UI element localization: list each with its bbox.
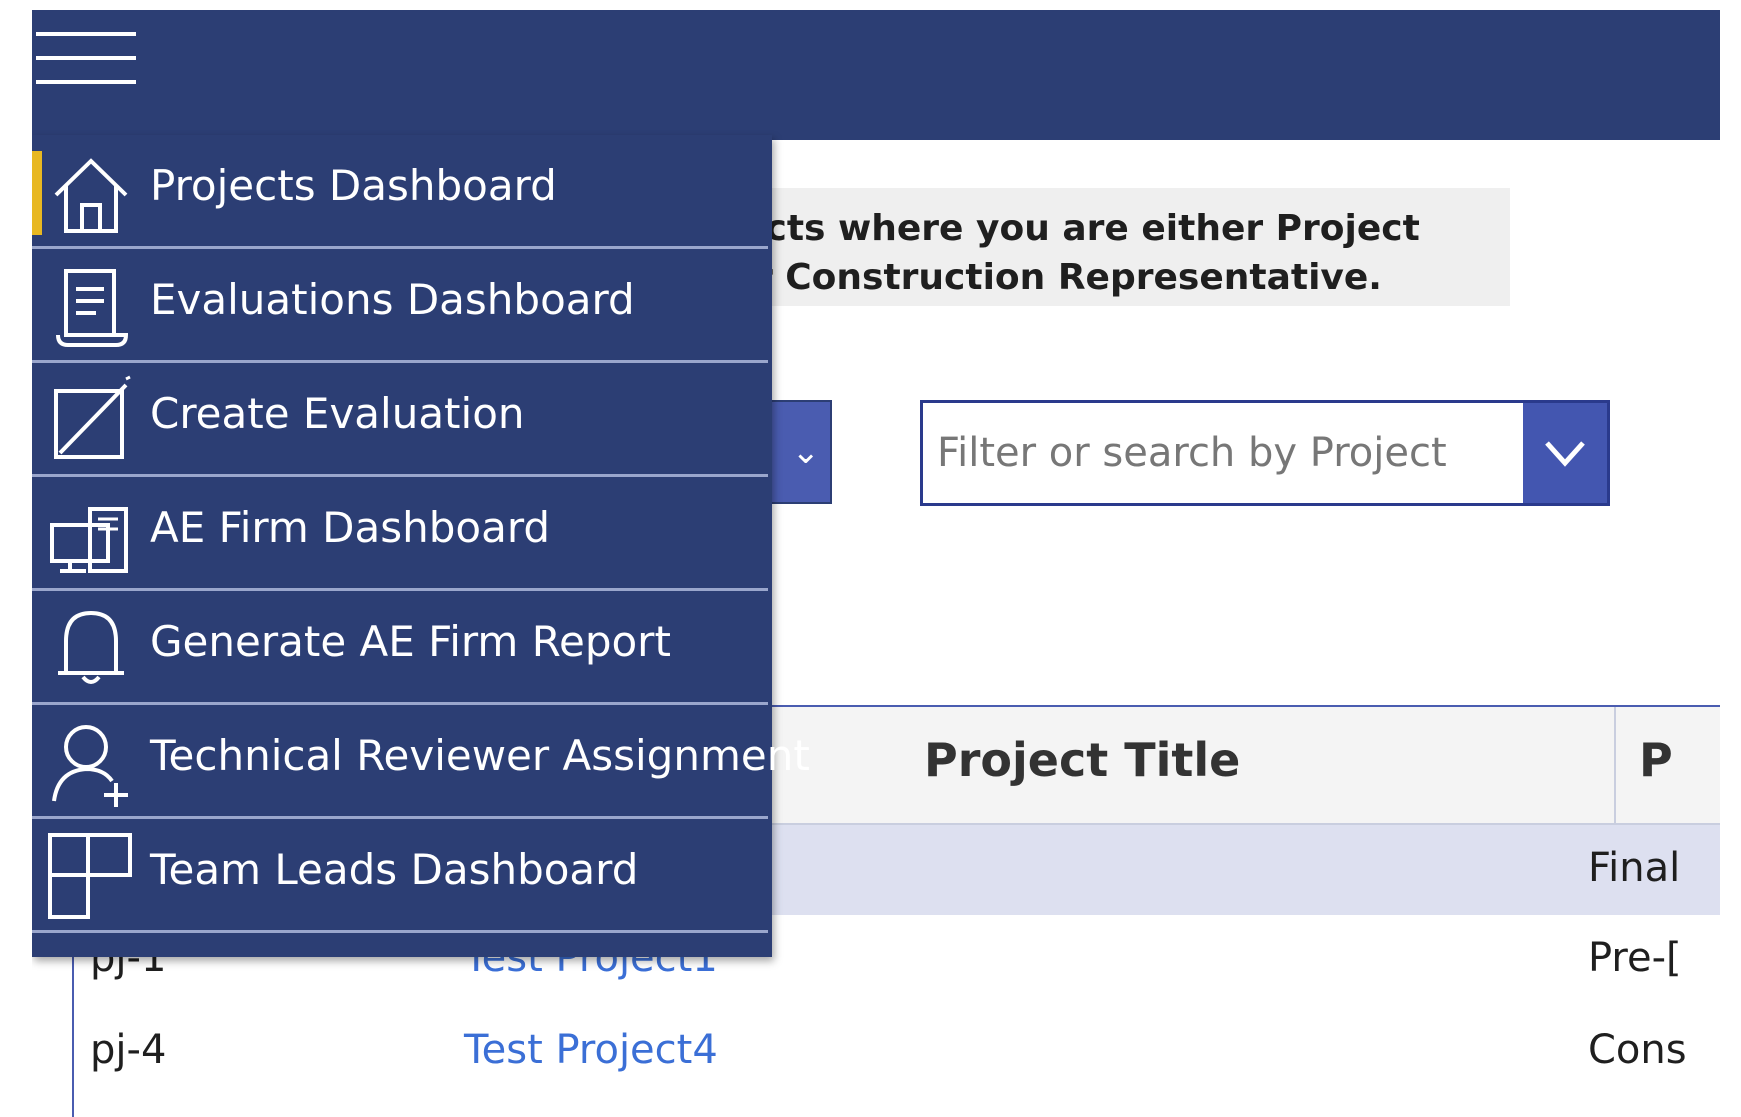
devices-icon [50, 507, 128, 573]
bell-icon [58, 610, 124, 684]
project-title-link[interactable]: Test Project4 [464, 1027, 718, 1073]
home-icon [54, 158, 128, 233]
nav-item-label: Create Evaluation [150, 389, 525, 438]
project-phase-cell: Pre-[ [1588, 935, 1682, 981]
project-id-cell: pj-4 [90, 1027, 167, 1073]
nav-item-label: AE Firm Dashboard [150, 503, 551, 552]
nav-item-projects-dashboard[interactable]: Projects Dashboard [32, 135, 768, 249]
hamburger-menu-icon[interactable] [36, 32, 136, 102]
nav-item-evaluations-dashboard[interactable]: Evaluations Dashboard [32, 249, 768, 363]
navigation-drawer: Projects Dashboard Evaluations Dashboard… [32, 135, 810, 957]
column-divider [1614, 707, 1616, 823]
edit-icon [54, 375, 131, 459]
project-search-input[interactable] [923, 403, 1513, 503]
chevron-down-icon [1545, 441, 1585, 467]
nav-item-create-evaluation[interactable]: Create Evaluation [32, 363, 768, 477]
nav-item-label: Evaluations Dashboard [150, 275, 635, 324]
info-banner: ojects where you are either Project , or… [682, 188, 1510, 306]
add-person-icon [52, 725, 128, 807]
top-app-bar [32, 10, 1720, 140]
project-phase-cell: Final [1588, 845, 1681, 891]
document-icon [56, 269, 129, 347]
hamburger-line [36, 32, 136, 36]
project-filter-combobox[interactable] [920, 400, 1610, 506]
active-indicator [32, 151, 42, 235]
nav-item-label: Generate AE Firm Report [150, 617, 671, 666]
hamburger-line [36, 80, 136, 84]
chevron-down-icon: ⌄ [791, 432, 821, 472]
project-dropdown-button[interactable] [1523, 403, 1607, 503]
nav-item-team-leads-dashboard[interactable]: Team Leads Dashboard [32, 819, 768, 933]
hamburger-line [36, 56, 136, 60]
column-header-phase[interactable]: P [1639, 733, 1673, 787]
nav-item-generate-ae-firm-report[interactable]: Generate AE Firm Report [32, 591, 768, 705]
nav-item-ae-firm-dashboard[interactable]: AE Firm Dashboard [32, 477, 768, 591]
grid-icon [48, 833, 132, 919]
nav-item-label: Technical Reviewer Assignment [150, 731, 810, 780]
app-window: ojects where you are either Project , or… [32, 10, 1720, 1117]
table-row[interactable]: pj-4 Test Project4 Cons [74, 1007, 1720, 1097]
nav-item-label: Projects Dashboard [150, 161, 557, 210]
column-header-project-title[interactable]: Project Title [924, 733, 1240, 787]
nav-item-technical-reviewer-assignment[interactable]: Technical Reviewer Assignment [32, 705, 810, 819]
project-phase-cell: Cons [1588, 1027, 1687, 1073]
nav-item-label: Team Leads Dashboard [150, 845, 639, 894]
